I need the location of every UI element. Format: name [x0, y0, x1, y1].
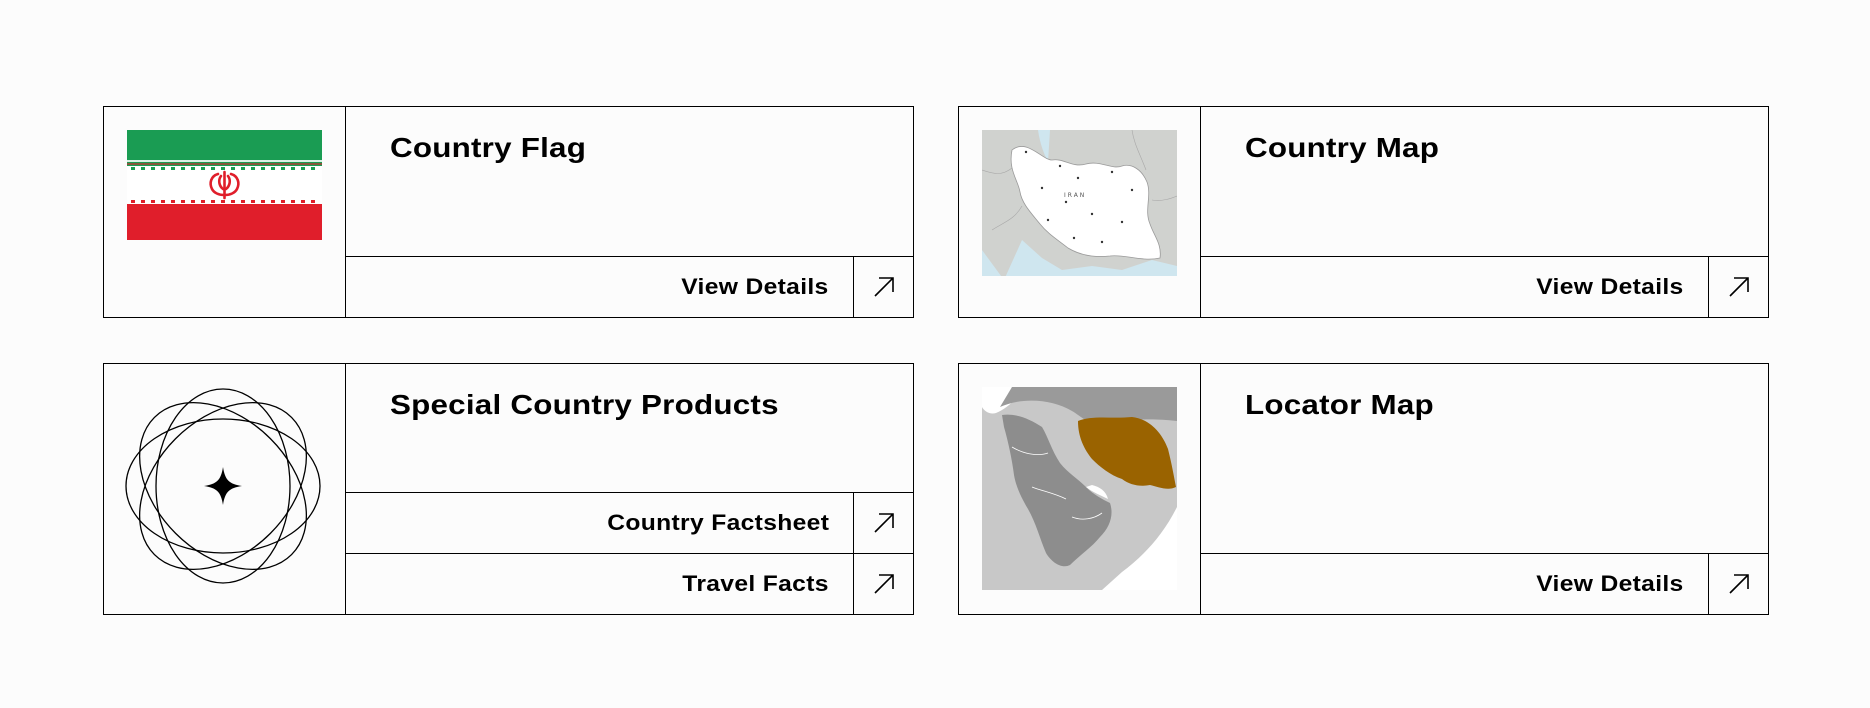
country-factsheet-link[interactable]: Country Factsheet: [346, 492, 913, 553]
card-body: Country Flag View Details: [346, 107, 913, 317]
country-flag-card: Country Flag View Details: [103, 106, 914, 318]
locator-map-image: [982, 387, 1177, 590]
card-media: [104, 364, 346, 614]
card-media: [959, 364, 1201, 614]
card-title-area: Locator Map: [1201, 364, 1768, 553]
arrow-up-right-icon[interactable]: [853, 493, 913, 553]
arrow-up-right-icon[interactable]: [853, 554, 913, 614]
orbit-sparkle-icon: [124, 387, 322, 590]
country-map-card: IRAN Country Map View Details: [958, 106, 1769, 318]
link-label: View Details: [1536, 274, 1684, 299]
iran-flag-image: [127, 130, 322, 240]
link-label: Travel Facts: [682, 571, 829, 596]
card-title-area: Country Flag: [346, 107, 913, 256]
link-label: View Details: [1536, 571, 1684, 596]
card-body: Special Country Products Country Factshe…: [346, 364, 913, 614]
link-label: Country Factsheet: [606, 510, 829, 535]
card-body: Country Map View Details: [1201, 107, 1768, 317]
iran-country-map-image: IRAN: [981, 129, 1178, 280]
arrow-up-right-icon[interactable]: [853, 257, 913, 317]
card-title: Country Map: [1245, 132, 1440, 163]
special-country-products-card: Special Country Products Country Factshe…: [103, 363, 914, 615]
card-title-area: Special Country Products: [346, 364, 913, 492]
card-title: Special Country Products: [390, 389, 779, 420]
card-media: IRAN: [959, 107, 1201, 317]
card-body: Locator Map View Details: [1201, 364, 1768, 614]
arrow-up-right-icon[interactable]: [1708, 257, 1768, 317]
card-title: Locator Map: [1245, 389, 1434, 420]
view-details-link[interactable]: View Details: [1201, 553, 1768, 614]
view-details-link[interactable]: View Details: [346, 256, 913, 317]
map-country-label: IRAN: [1064, 192, 1086, 199]
card-media: [104, 107, 346, 317]
link-label: View Details: [681, 274, 829, 299]
locator-map-card: Locator Map View Details: [958, 363, 1769, 615]
view-details-link[interactable]: View Details: [1201, 256, 1768, 317]
card-title: Country Flag: [390, 132, 587, 163]
travel-facts-link[interactable]: Travel Facts: [346, 553, 913, 614]
arrow-up-right-icon[interactable]: [1708, 554, 1768, 614]
card-title-area: Country Map: [1201, 107, 1768, 256]
